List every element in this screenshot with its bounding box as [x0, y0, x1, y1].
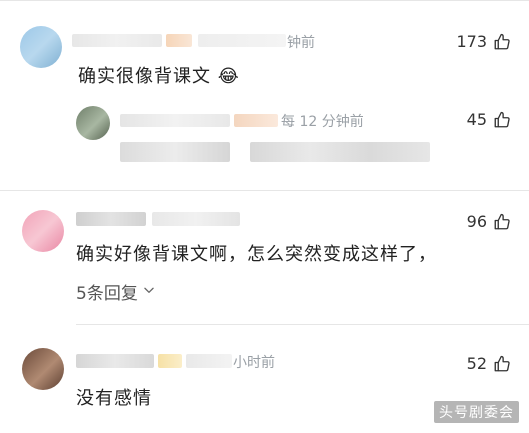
- like-count: 96: [466, 212, 487, 231]
- comment-text: 确实很像背课文 😂: [78, 62, 240, 88]
- avatar[interactable]: [22, 210, 64, 252]
- watermark: 头号剧委会: [434, 401, 519, 423]
- meta-blurred: [152, 212, 240, 226]
- username-blurred-accent: [234, 114, 278, 127]
- comment-time: 钟前: [287, 35, 315, 51]
- comment-time: 每 12 分钟前: [281, 114, 364, 130]
- thumbs-up-icon: [493, 33, 511, 51]
- comment-text-body: 确实很像背课文: [78, 66, 211, 87]
- avatar[interactable]: [22, 348, 64, 390]
- comment-item: 钟前 确实很像背课文 😂 173: [0, 0, 529, 108]
- meta-blurred: [186, 354, 232, 368]
- username-blurred-accent: [158, 354, 182, 368]
- thumbs-up-icon: [493, 355, 511, 373]
- thumbs-up-icon: [493, 111, 511, 129]
- avatar[interactable]: [76, 106, 110, 140]
- comment-text: 没有感情: [76, 388, 152, 409]
- like-button[interactable]: 52: [467, 354, 511, 373]
- username-blurred[interactable]: [76, 212, 146, 226]
- username-blurred[interactable]: [72, 34, 162, 47]
- comment-text-blurred: [250, 142, 430, 162]
- divider: [76, 324, 529, 325]
- divider: [0, 190, 529, 191]
- view-replies-button[interactable]: 5条回复: [76, 279, 156, 304]
- comment-time: 小时前: [233, 355, 275, 371]
- comment-list: 钟前 确实很像背课文 😂 173 每 12 分钟前 45 确实好像背课文啊，怎么…: [0, 0, 529, 433]
- like-button[interactable]: 96: [467, 212, 511, 231]
- username-blurred[interactable]: [120, 114, 230, 127]
- comment-item: 确实好像背课文啊，怎么突然变成这样了， 5条回复 96: [0, 196, 529, 320]
- comment-text-blurred: [120, 142, 230, 162]
- thumbs-up-icon: [493, 213, 511, 231]
- comment-reply-item: 每 12 分钟前 45: [0, 96, 529, 186]
- like-button[interactable]: 173: [456, 32, 511, 51]
- like-count: 173: [456, 32, 487, 51]
- like-count: 52: [466, 354, 487, 373]
- meta-blurred: [198, 34, 286, 47]
- chevron-down-icon: [142, 282, 156, 302]
- username-blurred-accent: [166, 34, 192, 47]
- like-count: 45: [466, 110, 487, 129]
- username-blurred[interactable]: [76, 354, 154, 368]
- comment-text: 确实好像背课文啊，怎么突然变成这样了，: [76, 244, 437, 265]
- avatar[interactable]: [20, 26, 62, 68]
- like-button[interactable]: 45: [467, 110, 511, 129]
- laughing-emoji-icon: 😂: [217, 66, 240, 87]
- replies-label: 5条回复: [76, 284, 138, 304]
